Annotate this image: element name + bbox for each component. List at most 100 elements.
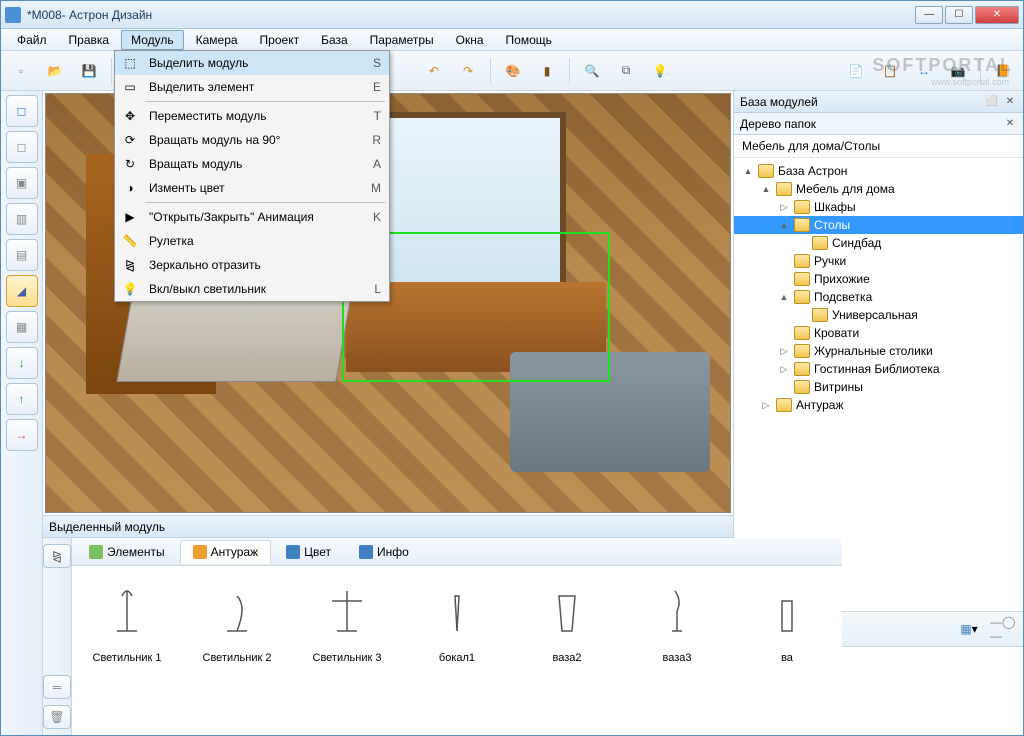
camera-icon[interactable]: ▦ (6, 311, 38, 343)
menu-item[interactable]: ⬚Выделить модульS (115, 51, 389, 75)
tree-item[interactable]: ▲База Астрон (734, 162, 1023, 180)
menu-камера[interactable]: Камера (186, 30, 248, 50)
tree-toggle-icon[interactable]: ▷ (778, 364, 790, 375)
tree-item[interactable]: Ручки (734, 252, 1023, 270)
menu-параметры[interactable]: Параметры (360, 30, 444, 50)
menu-база[interactable]: База (311, 30, 358, 50)
down-arrow-icon[interactable]: ↓ (6, 347, 38, 379)
gallery[interactable]: Светильник 1Светильник 2Светильник 3бока… (72, 566, 842, 735)
menu-item[interactable]: ⟳Вращать модуль на 90°R (115, 128, 389, 152)
right-arrow-icon[interactable]: → (6, 419, 38, 451)
menu-item-label: Вкл/выкл светильник (149, 282, 358, 296)
up-arrow-icon[interactable]: ↑ (6, 383, 38, 415)
cube-solid-icon[interactable]: ◻ (6, 95, 38, 127)
tab-антураж[interactable]: Антураж (180, 540, 272, 564)
menu-item[interactable]: ✥Переместить модульT (115, 104, 389, 128)
menu-проект[interactable]: Проект (250, 30, 310, 50)
zoom-slider[interactable]: —◯— (989, 615, 1017, 643)
door-button[interactable]: ▮ (533, 57, 561, 85)
gallery-thumb (427, 576, 487, 646)
gallery-item[interactable]: Светильник 1 (82, 576, 172, 725)
tree-item[interactable]: ▷Гостинная Библиотека (734, 360, 1023, 378)
cube-wire-icon[interactable]: ◻ (6, 131, 38, 163)
close-tree-icon[interactable]: ✕ (1003, 117, 1017, 131)
tree-toggle-icon[interactable]: ▲ (760, 184, 772, 194)
redo-button[interactable]: ↷ (454, 57, 482, 85)
gallery-item[interactable]: ваза2 (522, 576, 612, 725)
menu-item[interactable]: 💡Вкл/выкл светильникL (115, 277, 389, 301)
menu-item[interactable]: ⧎Зеркально отразить (115, 253, 389, 277)
tree-toggle-icon[interactable]: ▲ (742, 166, 754, 176)
gallery-item[interactable]: Светильник 2 (192, 576, 282, 725)
tab-элементы[interactable]: Элементы (76, 540, 178, 564)
tree-item[interactable]: ▷Журнальные столики (734, 342, 1023, 360)
mirror-button[interactable]: ⧉ (612, 57, 640, 85)
menu-item[interactable]: ▶"Открыть/Закрыть" АнимацияK (115, 205, 389, 229)
menu-окна[interactable]: Окна (446, 30, 494, 50)
perspective-icon[interactable]: ◢ (6, 275, 38, 307)
slider-icon[interactable]: ═ (43, 675, 71, 699)
view-mode-icon[interactable]: ▦▾ (955, 615, 983, 643)
tree-item[interactable]: Прихожие (734, 270, 1023, 288)
tree-item[interactable]: ▷Шкафы (734, 198, 1023, 216)
maximize-button[interactable]: ☐ (945, 6, 973, 24)
ruler-icon: 📏 (119, 232, 141, 250)
tree-toggle-icon[interactable]: ▷ (778, 346, 790, 357)
pin-icon[interactable]: ⬜ (985, 95, 999, 109)
close-panel-icon[interactable]: ✕ (1003, 95, 1017, 109)
new-button[interactable]: ▫ (7, 57, 35, 85)
menu-item[interactable]: ▭Выделить элементE (115, 75, 389, 99)
menu-item[interactable]: 📏 Рулетка (115, 229, 389, 253)
light-button[interactable]: 💡 (646, 57, 674, 85)
export-button[interactable]: 📋 (876, 57, 904, 85)
cube-top-icon[interactable]: ▤ (6, 239, 38, 271)
palette-button[interactable]: 🎨 (499, 57, 527, 85)
tab-label: Антураж (211, 545, 259, 559)
tree-item[interactable]: ▲Подсветка (734, 288, 1023, 306)
menu-модуль[interactable]: Модуль (121, 30, 184, 50)
tree-item[interactable]: Универсальная (734, 306, 1023, 324)
doc-button[interactable]: 📄 (842, 57, 870, 85)
app-window: *M008- Астрон Дизайн — ☐ ✕ ФайлПравкаМод… (0, 0, 1024, 736)
menu-item[interactable]: ↻Вращать модульA (115, 152, 389, 176)
gallery-item[interactable]: Светильник 3 (302, 576, 392, 725)
trash-icon[interactable]: 🗑 (43, 705, 71, 729)
gallery-item[interactable]: ва (742, 576, 832, 725)
tree-toggle-icon[interactable]: ▷ (778, 202, 790, 213)
zoom-button[interactable]: 🔍 (578, 57, 606, 85)
tree-toggle-icon[interactable]: ▷ (760, 400, 772, 411)
menu-файл[interactable]: Файл (7, 30, 57, 50)
bottom-panel-title: Выделенный модуль (49, 520, 165, 534)
gallery-item[interactable]: ваза3 (632, 576, 722, 725)
gallery-item[interactable]: бокал1 (412, 576, 502, 725)
snapshot-button[interactable]: 📷 (944, 57, 972, 85)
tree-label: Универсальная (832, 308, 918, 322)
mirror-h-icon[interactable]: ⧎ (43, 544, 71, 568)
menu-item[interactable]: ◑Изменть цветM (115, 176, 389, 200)
tree-item[interactable]: ▲Столы (734, 216, 1023, 234)
open-button[interactable]: 📂 (41, 57, 69, 85)
menu-item-label: Рулетка (149, 234, 365, 248)
window-title: *M008- Астрон Дизайн (27, 8, 915, 22)
tab-цвет[interactable]: Цвет (273, 540, 344, 564)
tree-item[interactable]: Кровати (734, 324, 1023, 342)
menu-правка[interactable]: Правка (59, 30, 120, 50)
help-button[interactable]: 📙 (989, 57, 1017, 85)
save-button[interactable]: 💾 (75, 57, 103, 85)
undo-button[interactable]: ↶ (420, 57, 448, 85)
menu-помощь[interactable]: Помощь (496, 30, 562, 50)
cube-side-icon[interactable]: ▥ (6, 203, 38, 235)
tree-toggle-icon[interactable]: ▲ (778, 292, 790, 302)
tree-item[interactable]: Синдбад (734, 234, 1023, 252)
close-button[interactable]: ✕ (975, 6, 1019, 24)
tree-item[interactable]: ▲Мебель для дома (734, 180, 1023, 198)
tree-item[interactable]: Витрины (734, 378, 1023, 396)
minimize-button[interactable]: — (915, 6, 943, 24)
tree-item[interactable]: ▷Антураж (734, 396, 1023, 414)
cube-front-icon[interactable]: ▣ (6, 167, 38, 199)
anim-icon: ▶ (119, 208, 141, 226)
tab-инфо[interactable]: Инфо (346, 540, 422, 564)
menu-item-label: Вращать модуль (149, 157, 357, 171)
tree-toggle-icon[interactable]: ▲ (778, 220, 790, 230)
dims-button[interactable]: ↔ (910, 57, 938, 85)
